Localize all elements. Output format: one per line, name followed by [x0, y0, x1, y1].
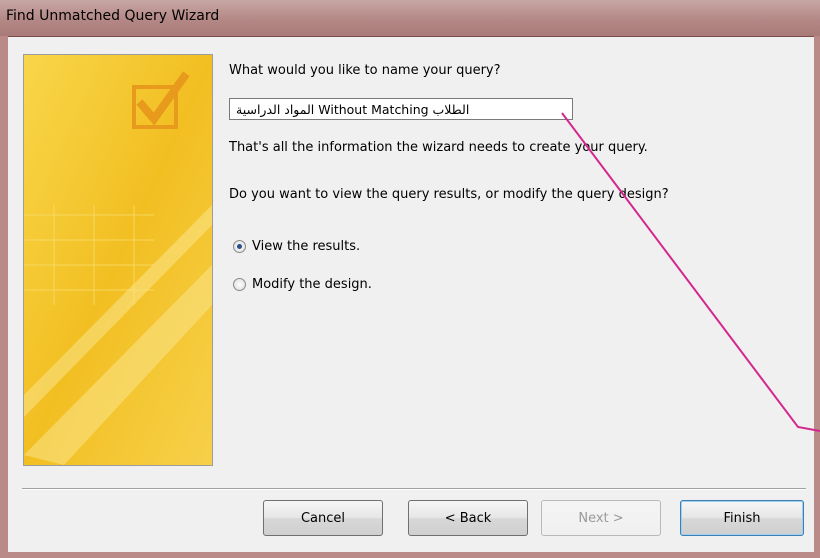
back-button[interactable]: < Back — [408, 500, 528, 536]
info-text: That's all the information the wizard ne… — [229, 140, 648, 155]
window-frame-bottom — [0, 552, 820, 558]
title-bar[interactable]: Find Unmatched Query Wizard — [0, 0, 820, 37]
button-separator — [22, 488, 806, 490]
view-results-label[interactable]: View the results. — [252, 239, 360, 254]
wizard-window: Find Unmatched Query Wizard What would y… — [0, 0, 820, 558]
wizard-banner-image — [23, 54, 213, 466]
modify-design-label[interactable]: Modify the design. — [252, 277, 372, 292]
view-results-radio[interactable] — [233, 240, 246, 253]
next-button[interactable]: Next > — [541, 500, 661, 536]
window-title: Find Unmatched Query Wizard — [6, 8, 220, 24]
view-results-option[interactable]: View the results. — [233, 239, 360, 254]
window-frame-right — [814, 36, 820, 558]
name-query-label: What would you like to name your query? — [229, 63, 501, 78]
banner-graphic — [24, 55, 212, 465]
window-frame-left — [0, 36, 8, 558]
choice-question-label: Do you want to view the query results, o… — [229, 187, 669, 202]
modify-design-radio[interactable] — [233, 278, 246, 291]
query-name-input[interactable] — [229, 98, 573, 120]
modify-design-option[interactable]: Modify the design. — [233, 277, 372, 292]
finish-button[interactable]: Finish — [680, 500, 804, 536]
cancel-button[interactable]: Cancel — [263, 500, 383, 536]
